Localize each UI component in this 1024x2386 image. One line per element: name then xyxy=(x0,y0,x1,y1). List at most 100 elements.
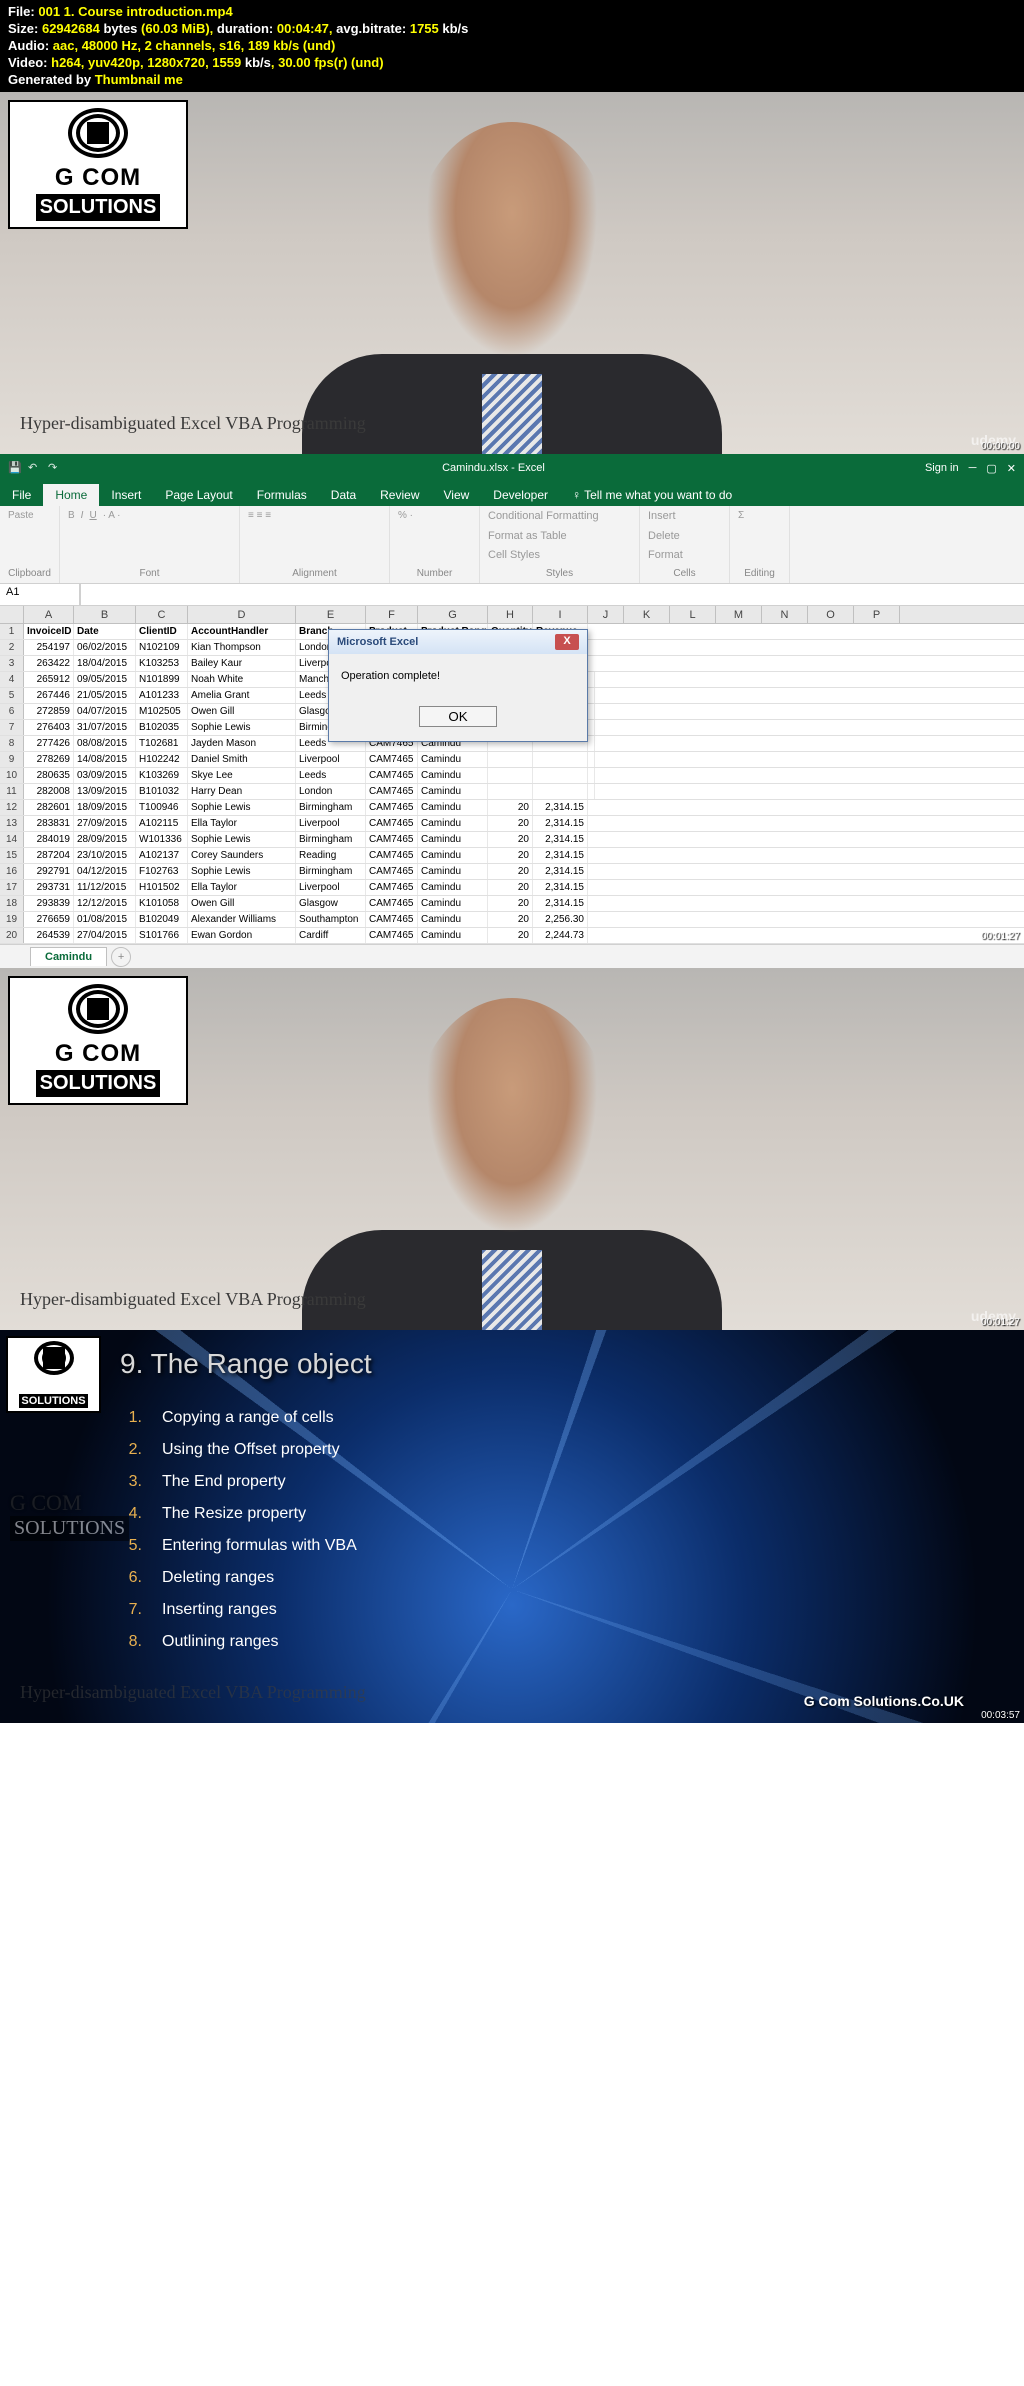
cell[interactable] xyxy=(488,784,533,799)
cell[interactable]: B102049 xyxy=(136,912,188,927)
cell[interactable]: Camindu xyxy=(418,896,488,911)
cell[interactable]: Kian Thompson xyxy=(188,640,296,655)
cell[interactable]: Noah White xyxy=(188,672,296,687)
header-cell[interactable]: InvoiceID xyxy=(24,624,74,639)
cell[interactable]: 20 xyxy=(488,912,533,927)
cell[interactable]: K103269 xyxy=(136,768,188,783)
redo-icon[interactable]: ↷ xyxy=(48,461,62,475)
col-F[interactable]: F xyxy=(366,606,418,623)
cell[interactable]: H101502 xyxy=(136,880,188,895)
cell[interactable]: 2,314.15 xyxy=(533,896,588,911)
undo-icon[interactable]: ↶ xyxy=(28,461,42,475)
cell[interactable]: 283831 xyxy=(24,816,74,831)
row-header[interactable]: 1 xyxy=(0,624,24,639)
col-D[interactable]: D xyxy=(188,606,296,623)
cell[interactable]: Camindu xyxy=(418,768,488,783)
cell[interactable] xyxy=(588,736,595,751)
row-header[interactable]: 20 xyxy=(0,928,24,943)
cell[interactable]: Birmingham xyxy=(296,832,366,847)
cell[interactable]: Cardiff xyxy=(296,928,366,943)
cell[interactable]: Harry Dean xyxy=(188,784,296,799)
col-K[interactable]: K xyxy=(624,606,670,623)
cell[interactable] xyxy=(533,752,588,767)
cell[interactable]: 04/12/2015 xyxy=(74,864,136,879)
cell[interactable]: 06/02/2015 xyxy=(74,640,136,655)
cell[interactable]: 20 xyxy=(488,832,533,847)
cell[interactable]: CAM7465 xyxy=(366,800,418,815)
cell[interactable]: 18/04/2015 xyxy=(74,656,136,671)
cell[interactable]: Sophie Lewis xyxy=(188,720,296,735)
row-header[interactable]: 13 xyxy=(0,816,24,831)
delete-cells[interactable]: Delete xyxy=(648,530,721,542)
cell[interactable]: Camindu xyxy=(418,800,488,815)
tab-insert[interactable]: Insert xyxy=(99,484,153,506)
cell[interactable]: CAM7465 xyxy=(366,768,418,783)
cell[interactable]: Alexander Williams xyxy=(188,912,296,927)
close-icon[interactable]: ✕ xyxy=(1007,462,1016,475)
cell[interactable]: Ella Taylor xyxy=(188,816,296,831)
cell[interactable] xyxy=(488,768,533,783)
cell[interactable]: 282601 xyxy=(24,800,74,815)
col-A[interactable]: A xyxy=(24,606,74,623)
cell[interactable]: Skye Lee xyxy=(188,768,296,783)
cell[interactable]: 20 xyxy=(488,880,533,895)
cell[interactable]: A101233 xyxy=(136,688,188,703)
cell[interactable]: 18/09/2015 xyxy=(74,800,136,815)
table-row[interactable]: 1829383912/12/2015K101058Owen GillGlasgo… xyxy=(0,896,1024,912)
col-L[interactable]: L xyxy=(670,606,716,623)
cell[interactable]: CAM7465 xyxy=(366,752,418,767)
minimize-icon[interactable]: ─ xyxy=(969,462,977,474)
table-row[interactable]: 1428401928/09/2015W101336Sophie LewisBir… xyxy=(0,832,1024,848)
table-row[interactable]: 2026453927/04/2015S101766Ewan GordonCard… xyxy=(0,928,1024,944)
cell[interactable]: A102137 xyxy=(136,848,188,863)
cell[interactable]: Ella Taylor xyxy=(188,880,296,895)
cell[interactable]: 2,314.15 xyxy=(533,816,588,831)
header-cell[interactable]: Date xyxy=(74,624,136,639)
cell[interactable]: S101766 xyxy=(136,928,188,943)
cell[interactable] xyxy=(588,768,595,783)
cell[interactable]: 08/08/2015 xyxy=(74,736,136,751)
cell[interactable]: Camindu xyxy=(418,816,488,831)
cell[interactable]: Camindu xyxy=(418,928,488,943)
tab-view[interactable]: View xyxy=(432,484,482,506)
cell[interactable]: 292791 xyxy=(24,864,74,879)
cell[interactable]: A102115 xyxy=(136,816,188,831)
cell[interactable] xyxy=(588,720,595,735)
tab-formulas[interactable]: Formulas xyxy=(245,484,319,506)
cell[interactable]: Leeds xyxy=(296,768,366,783)
cell[interactable]: Camindu xyxy=(418,784,488,799)
header-cell[interactable]: AccountHandler xyxy=(188,624,296,639)
col-N[interactable]: N xyxy=(762,606,808,623)
col-I[interactable]: I xyxy=(533,606,588,623)
cell[interactable]: Liverpool xyxy=(296,880,366,895)
conditional-formatting[interactable]: Conditional Formatting xyxy=(488,510,631,522)
cell[interactable]: Jayden Mason xyxy=(188,736,296,751)
cell[interactable]: 04/07/2015 xyxy=(74,704,136,719)
cell[interactable]: 12/12/2015 xyxy=(74,896,136,911)
cell[interactable]: 2,314.15 xyxy=(533,880,588,895)
cell[interactable]: 13/09/2015 xyxy=(74,784,136,799)
row-header[interactable]: 8 xyxy=(0,736,24,751)
cell[interactable]: Ewan Gordon xyxy=(188,928,296,943)
cell[interactable]: H102242 xyxy=(136,752,188,767)
cell[interactable]: Glasgow xyxy=(296,896,366,911)
table-row[interactable]: 1328383127/09/2015A102115Ella TaylorLive… xyxy=(0,816,1024,832)
cell[interactable]: Daniel Smith xyxy=(188,752,296,767)
table-row[interactable]: 927826914/08/2015H102242Daniel SmithLive… xyxy=(0,752,1024,768)
cell[interactable]: CAM7465 xyxy=(366,816,418,831)
cell[interactable]: 2,244.73 xyxy=(533,928,588,943)
row-header[interactable]: 7 xyxy=(0,720,24,735)
row-header[interactable]: 3 xyxy=(0,656,24,671)
row-header[interactable]: 4 xyxy=(0,672,24,687)
cell[interactable]: 272859 xyxy=(24,704,74,719)
cell[interactable]: 20 xyxy=(488,896,533,911)
cell[interactable]: CAM7465 xyxy=(366,928,418,943)
col-O[interactable]: O xyxy=(808,606,854,623)
cell[interactable] xyxy=(588,704,595,719)
cell[interactable]: CAM7465 xyxy=(366,832,418,847)
table-row[interactable]: 1927665901/08/2015B102049Alexander Willi… xyxy=(0,912,1024,928)
cell[interactable]: N102109 xyxy=(136,640,188,655)
col-H[interactable]: H xyxy=(488,606,533,623)
cell[interactable]: Bailey Kaur xyxy=(188,656,296,671)
cell[interactable]: T100946 xyxy=(136,800,188,815)
